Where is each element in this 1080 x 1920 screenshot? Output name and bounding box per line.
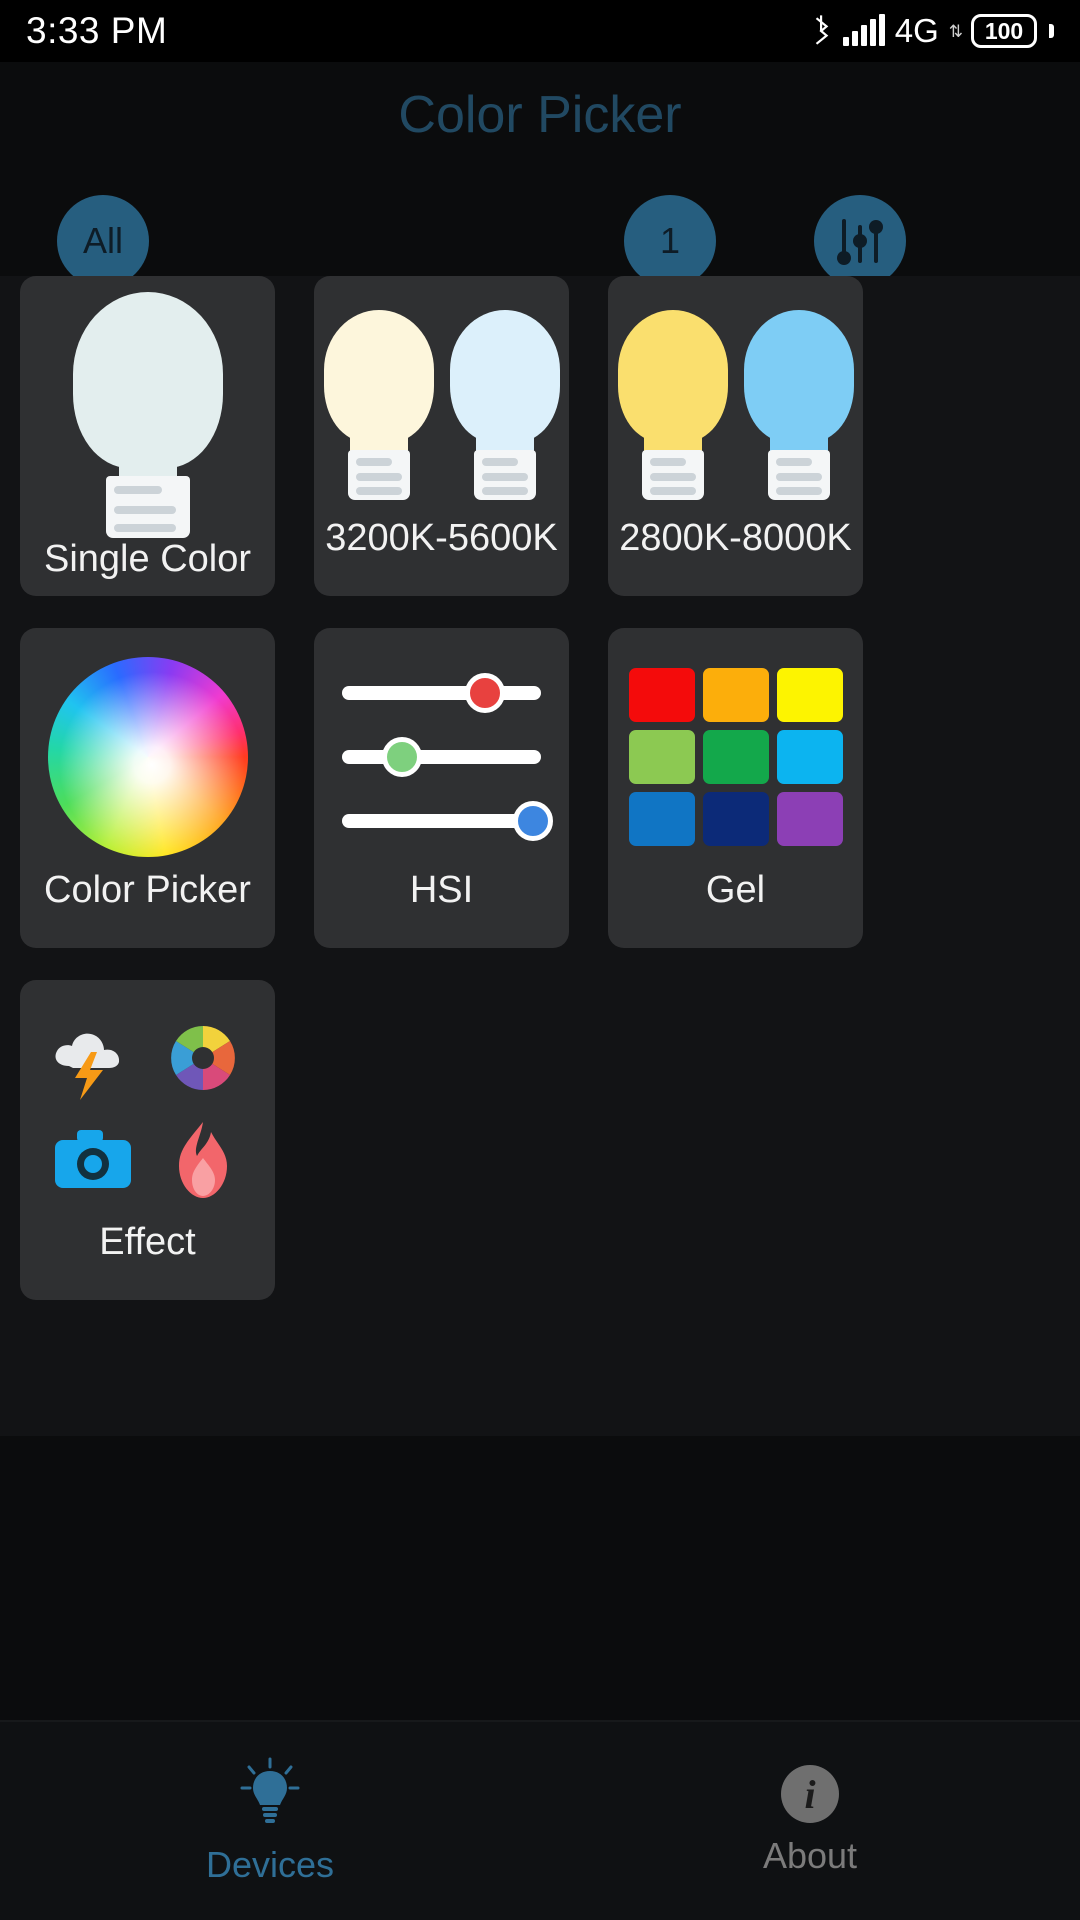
slider-track: [342, 750, 541, 764]
data-transfer-icon: ⇅: [949, 23, 961, 40]
mode-card-2800k-8000k[interactable]: 2800K-8000K: [608, 276, 863, 596]
mode-card-label: Color Picker: [44, 869, 251, 948]
mode-card-label: 3200K-5600K: [325, 517, 557, 596]
gel-swatch[interactable]: [703, 792, 769, 846]
all-lights-circle-icon[interactable]: All: [57, 195, 149, 287]
gel-swatch[interactable]: [629, 792, 695, 846]
slider-track: [342, 814, 541, 828]
bulb-warm-icon: [618, 310, 728, 500]
battery-indicator: 100: [971, 14, 1037, 48]
battery-tip: [1049, 24, 1054, 38]
gel-swatch[interactable]: [777, 730, 843, 784]
nav-label-about: About: [540, 1835, 1080, 1877]
camera-flash-icon: [43, 1114, 143, 1206]
group-circle-icon[interactable]: 1: [624, 195, 716, 287]
mode-card-single-color[interactable]: Single Color: [20, 276, 275, 596]
gel-swatch[interactable]: [777, 668, 843, 722]
bluetooth-icon: [811, 14, 833, 48]
gel-swatch-grid: [629, 668, 843, 846]
page-title: Color Picker: [0, 85, 1080, 145]
light-selector-value: All: [83, 220, 123, 262]
mode-card-label: Gel: [706, 869, 765, 948]
nav-item-about[interactable]: i About: [540, 1765, 1080, 1877]
status-icons: 4G ⇅ 100: [811, 12, 1054, 50]
gel-swatch[interactable]: [629, 730, 695, 784]
info-icon: i: [781, 1765, 839, 1823]
group-selector-value: 1: [660, 220, 680, 262]
intensity-slider[interactable]: [342, 810, 541, 832]
mode-card-3200k-5600k[interactable]: 3200K-5600K: [314, 276, 569, 596]
gel-swatches-art: [608, 628, 863, 869]
saturation-slider[interactable]: [342, 746, 541, 768]
gel-swatch[interactable]: [629, 668, 695, 722]
nav-item-devices[interactable]: Devices: [0, 1757, 540, 1886]
mode-card-hsi[interactable]: HSI: [314, 628, 569, 948]
sliders-icon[interactable]: [814, 195, 906, 287]
hue-slider[interactable]: [342, 682, 541, 704]
slider-knob[interactable]: [465, 673, 505, 713]
lightning-cloud-icon: [43, 1012, 143, 1104]
effect-icons-art: [20, 980, 275, 1221]
network-type-label: 4G: [895, 12, 939, 50]
mode-card-grid: Single Color 3200K: [20, 276, 1060, 1300]
hsi-sliders-art: [314, 628, 569, 869]
bulb-icon: [239, 1814, 301, 1831]
status-bar: 3:33 PM 4G ⇅ 100: [0, 0, 1080, 62]
mode-card-label: Effect: [99, 1221, 195, 1300]
single-color-art: [20, 276, 275, 538]
color-wheel-icon: [48, 657, 248, 857]
gel-swatch[interactable]: [703, 730, 769, 784]
mode-card-color-picker[interactable]: Color Picker: [20, 628, 275, 948]
bulb-icon: [73, 292, 223, 538]
status-time: 3:33 PM: [26, 10, 167, 52]
color-mode-picker-dialog: Single Color 3200K: [0, 276, 1080, 1436]
bulb-cool-icon: [744, 310, 854, 500]
mode-card-label: Single Color: [44, 538, 251, 596]
wide-bicolor-art: [608, 276, 863, 517]
slider-knob[interactable]: [382, 737, 422, 777]
mode-card-label: HSI: [410, 869, 473, 948]
slider-knob[interactable]: [513, 801, 553, 841]
effect-icon-grid: [43, 1012, 253, 1206]
bottom-navigation-bar: Devices i About: [0, 1720, 1080, 1920]
mode-card-label: 2800K-8000K: [619, 517, 851, 596]
color-wheel-icon: [153, 1012, 253, 1104]
signal-bars-icon: [843, 16, 885, 46]
phone-screen: 3:33 PM 4G ⇅ 100 Color Picker All Lig: [0, 0, 1080, 1920]
bulb-cool-icon: [450, 310, 560, 500]
bulb-warm-icon: [324, 310, 434, 500]
battery-level-label: 100: [985, 18, 1023, 45]
nav-label-devices: Devices: [0, 1844, 540, 1886]
mode-card-gel[interactable]: Gel: [608, 628, 863, 948]
gel-swatch[interactable]: [777, 792, 843, 846]
slider-track: [342, 686, 541, 700]
gel-swatch[interactable]: [703, 668, 769, 722]
mode-card-effect[interactable]: Effect: [20, 980, 275, 1300]
bicolor-art: [314, 276, 569, 517]
flame-icon: [153, 1114, 253, 1206]
color-wheel-art: [20, 628, 275, 869]
